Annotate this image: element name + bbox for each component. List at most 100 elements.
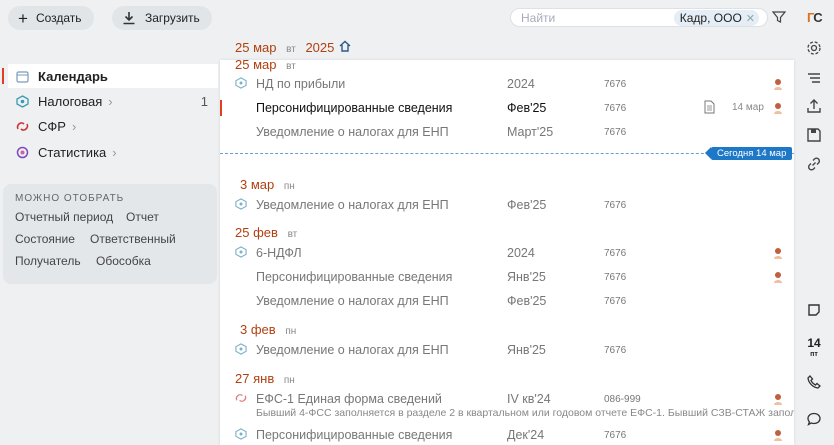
group-day: 27 (235, 371, 250, 386)
create-button[interactable]: + Создать (8, 6, 94, 30)
group-month: мар (250, 177, 275, 192)
report-row[interactable]: НД по прибыли 2024 7676 (220, 73, 794, 95)
save-icon[interactable] (806, 127, 822, 143)
report-code: 7676 (604, 248, 627, 259)
search-placeholder: Найти (521, 10, 556, 25)
report-period: IV кв'24 (507, 392, 551, 406)
report-name: Уведомление о налогах для ЕНП (256, 198, 449, 212)
filter-report[interactable]: Отчет (126, 210, 159, 224)
report-code: 7676 (604, 127, 627, 138)
report-period: 2024 (507, 77, 535, 91)
report-period: Янв'25 (507, 343, 546, 357)
header-year: 2025 (305, 40, 335, 55)
group-day: 3 (240, 177, 248, 192)
document-icon[interactable] (704, 100, 715, 114)
current-date-header[interactable]: 25 мар вт 2025 (235, 40, 334, 55)
group-day: 3 (240, 322, 248, 337)
avatar-icon (774, 248, 782, 259)
upload-button[interactable]: Загрузить (112, 6, 212, 30)
filter-recipient[interactable]: Получатель (15, 254, 81, 268)
report-period: Март'25 (507, 125, 554, 139)
group-weekday: вт (287, 229, 298, 240)
report-period: 2024 (507, 246, 535, 260)
report-date: 14 мар (732, 102, 764, 113)
calendar-list: 25 мар вт НД по прибыли 2024 7676 Персон… (220, 60, 794, 445)
chat-icon[interactable] (806, 411, 822, 427)
phone-icon[interactable] (806, 374, 822, 390)
report-code: 7676 (604, 430, 627, 441)
filter-panel: МОЖНО ОТОБРАТЬ Отчетный период Отчет Сос… (3, 184, 217, 284)
date-group-header: 3 фев пн (240, 322, 296, 337)
sidebar-item-label: Налоговая (38, 93, 103, 109)
report-name: Персонифицированные сведения (256, 270, 453, 284)
report-row[interactable]: Персонифицированные сведения Янв'25 7676 (220, 266, 794, 288)
report-code: 086-999 (604, 394, 641, 405)
search-input[interactable]: Найти Кадр, ООО ✕ (510, 8, 768, 27)
group-weekday: вт (286, 61, 296, 72)
close-icon[interactable]: ✕ (746, 12, 755, 25)
sfr-icon (235, 394, 247, 402)
calendar-day-unit: пт (810, 351, 818, 358)
chevron-right-icon: › (112, 144, 117, 160)
calendar-icon (16, 70, 29, 83)
date-group-header: 25 мар вт (235, 60, 296, 72)
plus-icon: + (18, 8, 28, 28)
report-name: Уведомление о налогах для ЕНП (256, 343, 449, 357)
report-row[interactable]: 6-НДФЛ 2024 7676 (220, 242, 794, 264)
link-icon[interactable] (806, 156, 822, 172)
date-group-header: 27 янв пн (235, 371, 295, 386)
report-name: Уведомление о налогах для ЕНП (256, 125, 449, 139)
note-icon[interactable] (806, 302, 822, 318)
report-code: 7676 (604, 345, 627, 356)
report-period: Дек'24 (507, 428, 545, 442)
filter-icon[interactable] (772, 10, 786, 24)
stats-icon (16, 146, 29, 158)
report-row[interactable]: Уведомление о налогах для ЕНП Фев'25 767… (220, 290, 794, 312)
report-name: Персонифицированные сведения (256, 101, 453, 115)
group-month: фев (250, 322, 276, 337)
tax-icon (235, 246, 247, 258)
today-badge[interactable]: Сегодня 14 мар (704, 147, 793, 160)
report-code: 7676 (604, 103, 627, 114)
filter-period[interactable]: Отчетный период (15, 210, 113, 224)
report-row[interactable]: Уведомление о налогах для ЕНП Янв'25 767… (220, 339, 794, 361)
sidebar-item-label: СФР (38, 118, 66, 134)
report-row[interactable]: Уведомление о налогах для ЕНП Март'25 76… (220, 121, 794, 143)
sidebar-item-sfr[interactable]: СФР › (8, 114, 218, 138)
chevron-right-icon: › (71, 118, 77, 134)
filter-branch[interactable]: Обособка (96, 254, 151, 268)
sidebar-item-calendar[interactable]: Календарь (2, 64, 218, 88)
date-group-header: 25 фев вт (235, 225, 297, 240)
avatar-icon (774, 79, 782, 90)
upload-icon[interactable] (806, 98, 822, 114)
report-code: 7676 (604, 79, 627, 90)
report-period: Янв'25 (507, 270, 546, 284)
tax-icon (235, 343, 247, 355)
filter-panel-title: МОЖНО ОТОБРАТЬ (15, 193, 125, 204)
calendar-day-number: 14 (807, 336, 821, 350)
avatar-icon (774, 272, 782, 283)
tax-icon (235, 428, 247, 440)
tax-count-badge: 1 (200, 93, 208, 109)
sort-icon[interactable] (806, 70, 822, 86)
report-row[interactable]: Персонифицированные сведения Дек'24 7676 (220, 424, 794, 445)
group-weekday: пн (285, 326, 297, 337)
org-chip-label: Кадр, ООО (679, 11, 742, 25)
org-filter-chip[interactable]: Кадр, ООО ✕ (673, 10, 759, 26)
report-row[interactable]: Персонифицированные сведения Фев'25 7676… (220, 97, 794, 119)
sidebar-item-tax[interactable]: Налоговая › 1 (8, 89, 218, 113)
filter-status[interactable]: Состояние (15, 232, 75, 246)
home-icon[interactable] (339, 40, 351, 52)
sfr-icon (16, 121, 29, 131)
tax-icon (235, 198, 247, 210)
user-logo[interactable]: ГС (807, 10, 823, 25)
avatar-icon (774, 430, 782, 441)
calendar-day-widget[interactable]: 14 пт (806, 336, 822, 360)
sidebar-item-stats[interactable]: Статистика › (8, 140, 218, 164)
filter-responsible[interactable]: Ответственный (90, 232, 176, 246)
avatar-icon (774, 103, 782, 114)
group-weekday: пн (283, 375, 295, 386)
report-row[interactable]: Уведомление о налогах для ЕНП Фев'25 767… (220, 194, 794, 216)
gear-icon[interactable] (806, 40, 822, 56)
group-day: 25 (235, 225, 250, 240)
